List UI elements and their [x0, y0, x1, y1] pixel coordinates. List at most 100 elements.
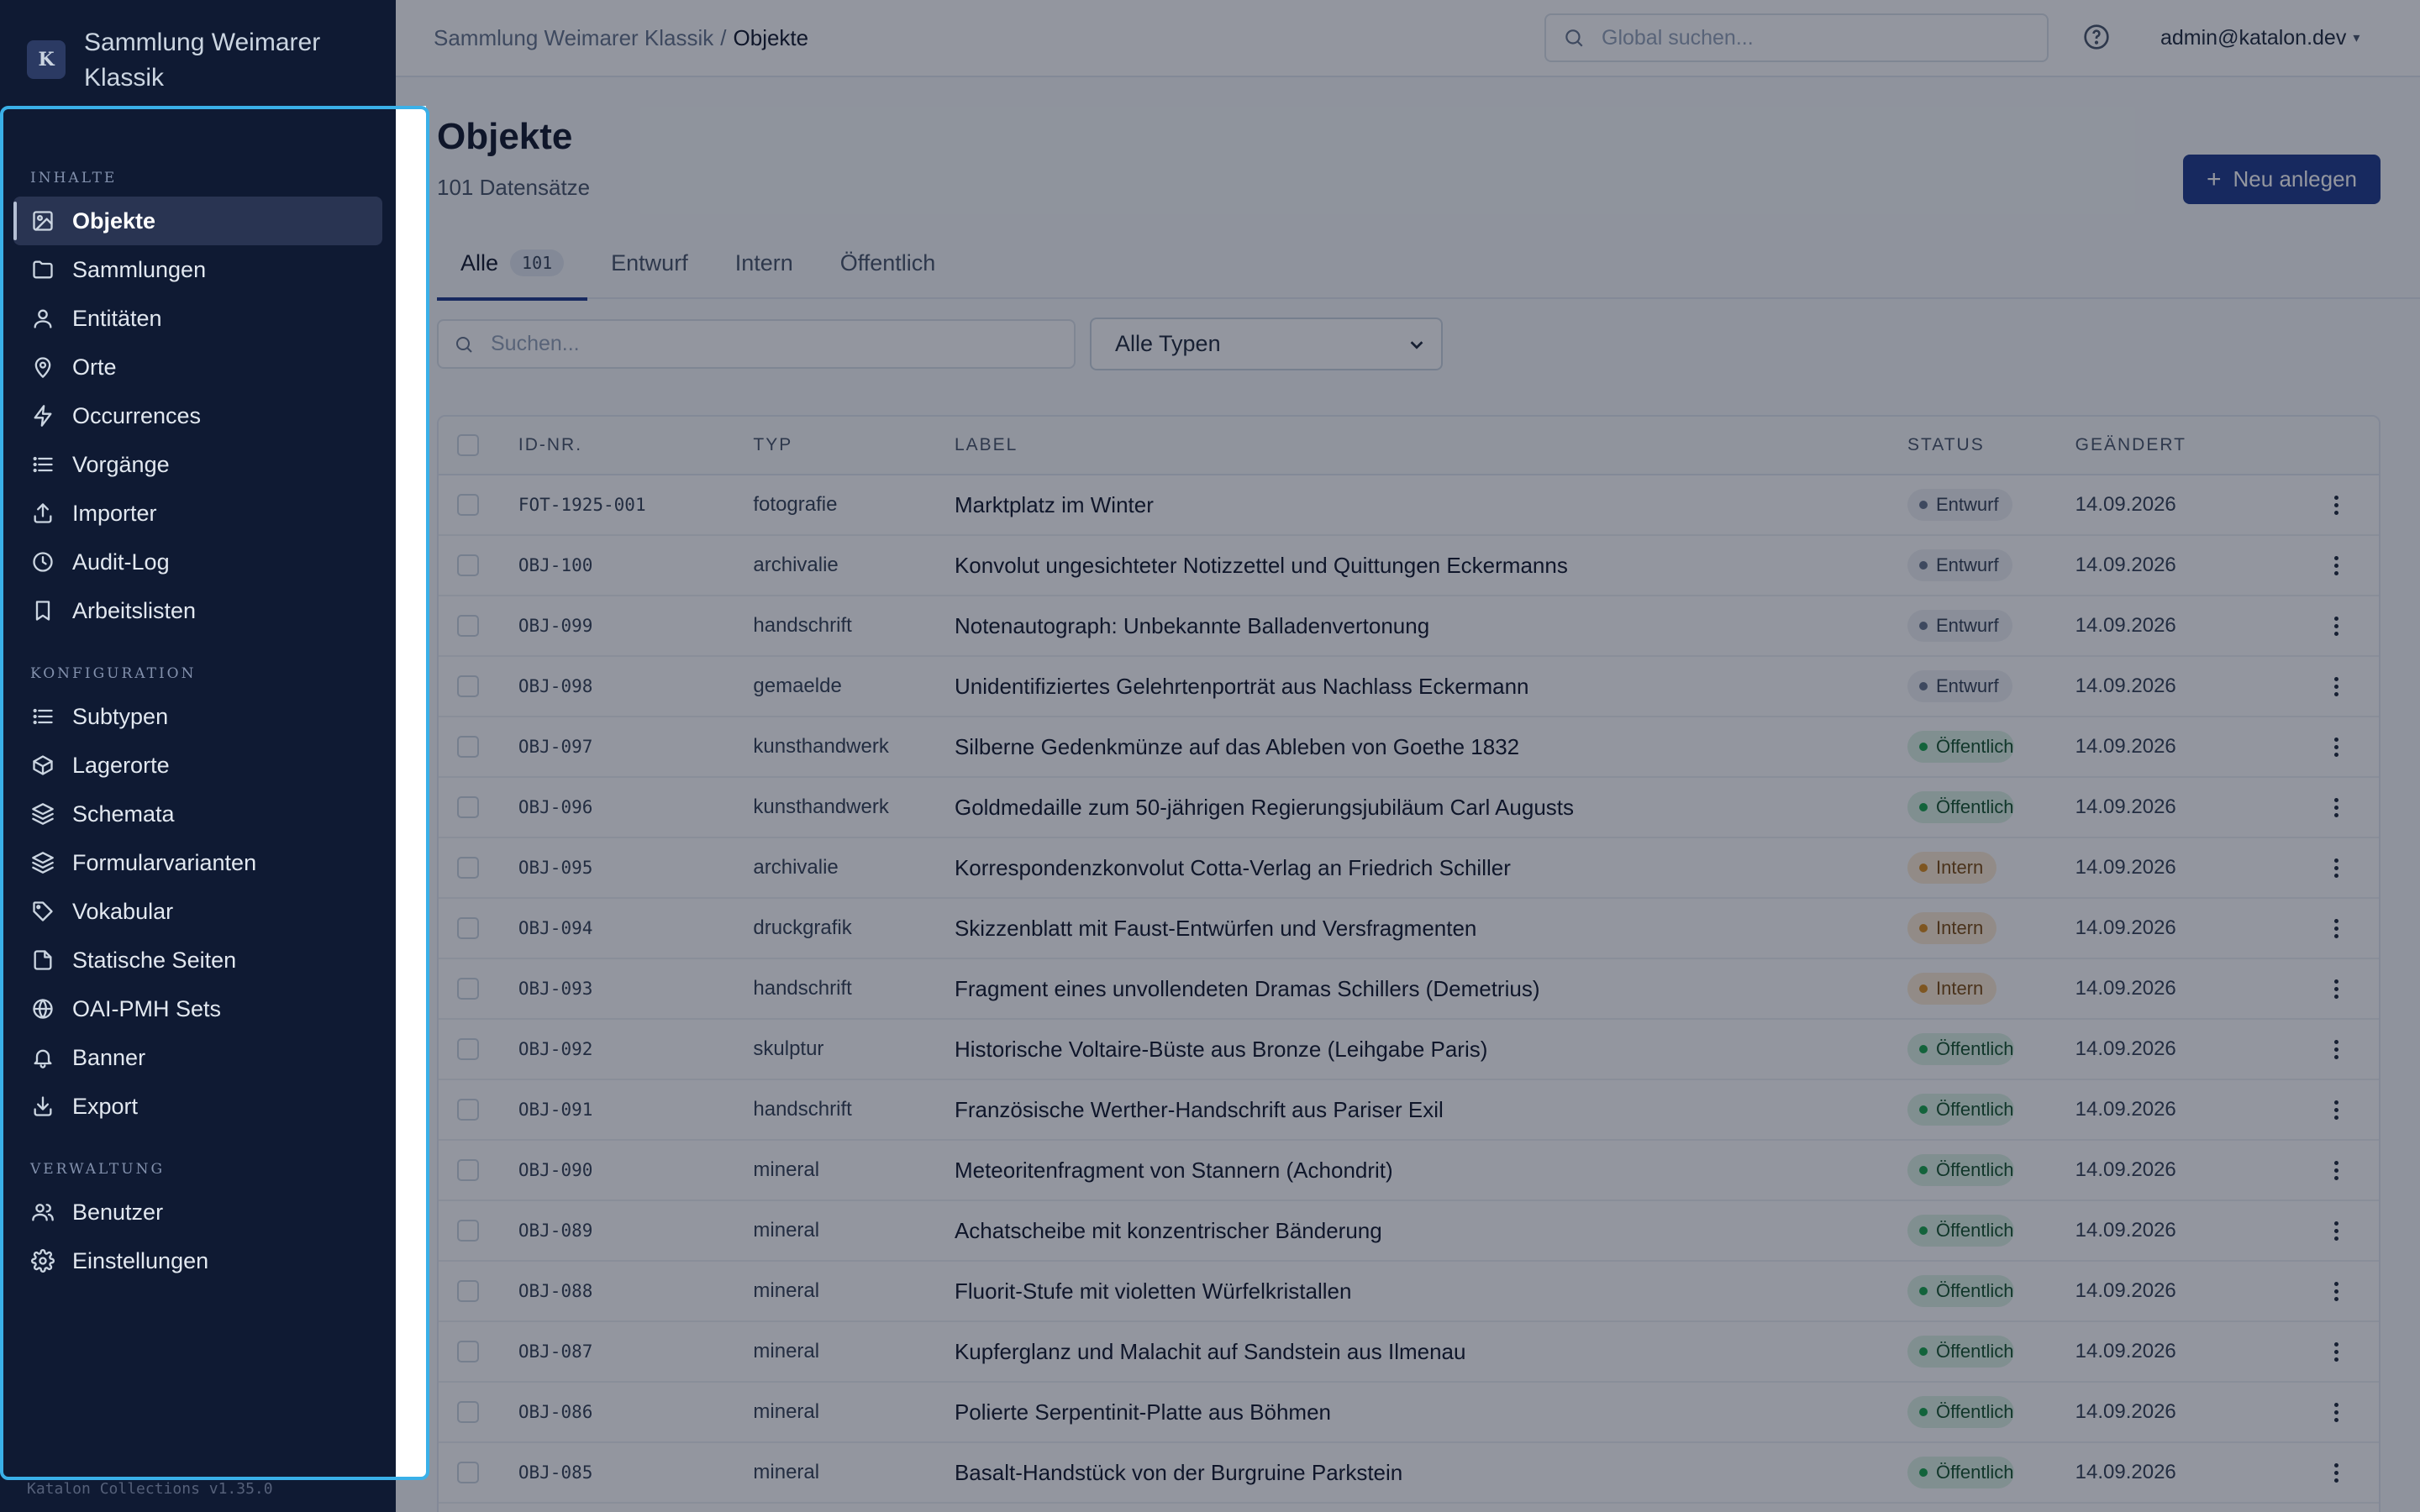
- more-vertical-icon[interactable]: [2333, 1462, 2339, 1483]
- row-checkbox[interactable]: [457, 675, 479, 697]
- row-checkbox[interactable]: [457, 978, 479, 1000]
- table-row[interactable]: OBJ-094 druckgrafik Skizzenblatt mit Fau…: [439, 899, 2379, 959]
- cell-label[interactable]: Basalt-Handstück von der Burgruine Parks…: [955, 1460, 1907, 1486]
- breadcrumb-root[interactable]: Sammlung Weimarer Klassik: [434, 25, 713, 51]
- row-checkbox[interactable]: [457, 1462, 479, 1483]
- more-vertical-icon[interactable]: [2333, 1160, 2339, 1180]
- header-id[interactable]: ID-NR.: [518, 435, 754, 455]
- row-checkbox[interactable]: [457, 1341, 479, 1362]
- more-vertical-icon[interactable]: [2333, 555, 2339, 575]
- sidebar-item-entitäten[interactable]: Entitäten: [13, 294, 382, 343]
- tab-oeffentlich[interactable]: Öffentlich: [817, 227, 960, 299]
- table-row[interactable]: OBJ-093 handschrift Fragment eines unvol…: [439, 959, 2379, 1020]
- more-vertical-icon[interactable]: [2333, 1100, 2339, 1120]
- row-checkbox[interactable]: [457, 1038, 479, 1060]
- table-row[interactable]: OBJ-087 mineral Kupferglanz und Malachit…: [439, 1322, 2379, 1383]
- more-vertical-icon[interactable]: [2333, 495, 2339, 515]
- new-object-button[interactable]: + Neu anlegen: [2183, 155, 2381, 204]
- more-vertical-icon[interactable]: [2333, 616, 2339, 636]
- cell-label[interactable]: Korrespondenzkonvolut Cotta-Verlag an Fr…: [955, 855, 1907, 881]
- row-checkbox[interactable]: [457, 494, 479, 516]
- more-vertical-icon[interactable]: [2333, 1341, 2339, 1362]
- sidebar-item-objekte[interactable]: Objekte: [13, 197, 382, 245]
- tab-intern[interactable]: Intern: [712, 227, 817, 299]
- row-checkbox[interactable]: [457, 1280, 479, 1302]
- more-vertical-icon[interactable]: [2333, 1039, 2339, 1059]
- row-checkbox[interactable]: [457, 1099, 479, 1121]
- header-date[interactable]: GEÄNDERT: [2075, 435, 2294, 455]
- cell-label[interactable]: Französische Werther-Handschrift aus Par…: [955, 1097, 1907, 1123]
- more-vertical-icon[interactable]: [2333, 979, 2339, 999]
- cell-label[interactable]: Notenautograph: Unbekannte Balladenverto…: [955, 613, 1907, 639]
- sidebar-item-orte[interactable]: Orte: [13, 343, 382, 391]
- row-checkbox[interactable]: [457, 554, 479, 576]
- sidebar-item-benutzer[interactable]: Benutzer: [13, 1188, 382, 1236]
- row-checkbox[interactable]: [457, 857, 479, 879]
- tab-alle[interactable]: Alle 101: [437, 227, 588, 301]
- table-row[interactable]: FOT-1925-001 fotografie Marktplatz im Wi…: [439, 475, 2379, 536]
- cell-label[interactable]: Achatscheibe mit konzentrischer Bänderun…: [955, 1218, 1907, 1244]
- more-vertical-icon[interactable]: [2333, 1402, 2339, 1422]
- row-checkbox[interactable]: [457, 736, 479, 758]
- sidebar-item-subtypen[interactable]: Subtypen: [13, 692, 382, 741]
- more-vertical-icon[interactable]: [2333, 1281, 2339, 1301]
- row-checkbox[interactable]: [457, 1401, 479, 1423]
- cell-label[interactable]: Unidentifiziertes Gelehrtenporträt aus N…: [955, 674, 1907, 700]
- sidebar-item-oai-pmh-sets[interactable]: OAI-PMH Sets: [13, 984, 382, 1033]
- table-row[interactable]: OBJ-092 skulptur Historische Voltaire-Bü…: [439, 1020, 2379, 1080]
- sidebar-item-arbeitslisten[interactable]: Arbeitslisten: [13, 586, 382, 635]
- help-icon[interactable]: [2083, 24, 2112, 52]
- more-vertical-icon[interactable]: [2333, 797, 2339, 817]
- more-vertical-icon[interactable]: [2333, 858, 2339, 878]
- table-row[interactable]: OBJ-097 kunsthandwerk Silberne Gedenkmün…: [439, 717, 2379, 778]
- cell-label[interactable]: Meteoritenfragment von Stannern (Achondr…: [955, 1158, 1907, 1184]
- header-typ[interactable]: TYP: [753, 435, 955, 455]
- cell-label[interactable]: Goldmedaille zum 50-jährigen Regierungsj…: [955, 795, 1907, 821]
- cell-label[interactable]: Kupferglanz und Malachit auf Sandstein a…: [955, 1339, 1907, 1365]
- more-vertical-icon[interactable]: [2333, 1221, 2339, 1241]
- cell-label[interactable]: Silberne Gedenkmünze auf das Ableben von…: [955, 734, 1907, 760]
- table-row[interactable]: OBJ-090 mineral Meteoritenfragment von S…: [439, 1141, 2379, 1201]
- cell-label[interactable]: Marktplatz im Winter: [955, 492, 1907, 518]
- row-checkbox[interactable]: [457, 1220, 479, 1242]
- cell-label[interactable]: Fluorit-Stufe mit violetten Würfelkrista…: [955, 1278, 1907, 1305]
- sidebar-item-audit-log[interactable]: Audit-Log: [13, 538, 382, 586]
- sidebar-item-banner[interactable]: Banner: [13, 1033, 382, 1082]
- table-row[interactable]: OBJ-095 archivalie Korrespondenzkonvolut…: [439, 838, 2379, 899]
- cell-label[interactable]: Konvolut ungesichteter Notizzettel und Q…: [955, 553, 1907, 579]
- table-row[interactable]: OBJ-089 mineral Achatscheibe mit konzent…: [439, 1201, 2379, 1262]
- table-row[interactable]: OBJ-099 handschrift Notenautograph: Unbe…: [439, 596, 2379, 657]
- sidebar-item-statische-seiten[interactable]: Statische Seiten: [13, 936, 382, 984]
- sidebar-item-vokabular[interactable]: Vokabular: [13, 887, 382, 936]
- table-row[interactable]: OBJ-088 mineral Fluorit-Stufe mit violet…: [439, 1262, 2379, 1322]
- global-search-input[interactable]: Global suchen...: [1544, 13, 2049, 62]
- sidebar-item-occurrences[interactable]: Occurrences: [13, 391, 382, 440]
- cell-label[interactable]: Fragment eines unvollendeten Dramas Schi…: [955, 976, 1907, 1002]
- cell-label[interactable]: Skizzenblatt mit Faust-Entwürfen und Ver…: [955, 916, 1907, 942]
- table-row[interactable]: OBJ-100 archivalie Konvolut ungesichtete…: [439, 536, 2379, 596]
- sidebar-item-export[interactable]: Export: [13, 1082, 382, 1131]
- table-row[interactable]: OBJ-096 kunsthandwerk Goldmedaille zum 5…: [439, 778, 2379, 838]
- more-vertical-icon[interactable]: [2333, 676, 2339, 696]
- sidebar-item-lagerorte[interactable]: Lagerorte: [13, 741, 382, 790]
- sidebar-item-vorgänge[interactable]: Vorgänge: [13, 440, 382, 489]
- user-menu[interactable]: admin@katalon.dev ▾: [2160, 0, 2360, 76]
- table-row[interactable]: OBJ-091 handschrift Französische Werther…: [439, 1080, 2379, 1141]
- brand[interactable]: K Sammlung Weimarer Klassik: [27, 25, 361, 96]
- sidebar-item-importer[interactable]: Importer: [13, 489, 382, 538]
- table-row[interactable]: OBJ-098 gemaelde Unidentifiziertes Geleh…: [439, 657, 2379, 717]
- row-checkbox[interactable]: [457, 615, 479, 637]
- cell-label[interactable]: Historische Voltaire-Büste aus Bronze (L…: [955, 1037, 1907, 1063]
- sidebar-item-schemata[interactable]: Schemata: [13, 790, 382, 838]
- sidebar-item-einstellungen[interactable]: Einstellungen: [13, 1236, 382, 1285]
- tab-entwurf[interactable]: Entwurf: [587, 227, 712, 299]
- row-checkbox[interactable]: [457, 796, 479, 818]
- table-row[interactable]: OBJ-085 mineral Basalt-Handstück von der…: [439, 1443, 2379, 1504]
- header-label[interactable]: LABEL: [955, 435, 1907, 455]
- select-all-checkbox[interactable]: [457, 434, 479, 456]
- cell-label[interactable]: Polierte Serpentinit-Platte aus Böhmen: [955, 1399, 1907, 1425]
- more-vertical-icon[interactable]: [2333, 737, 2339, 757]
- more-vertical-icon[interactable]: [2333, 918, 2339, 938]
- sidebar-item-formularvarianten[interactable]: Formularvarianten: [13, 838, 382, 887]
- sidebar-item-sammlungen[interactable]: Sammlungen: [13, 245, 382, 294]
